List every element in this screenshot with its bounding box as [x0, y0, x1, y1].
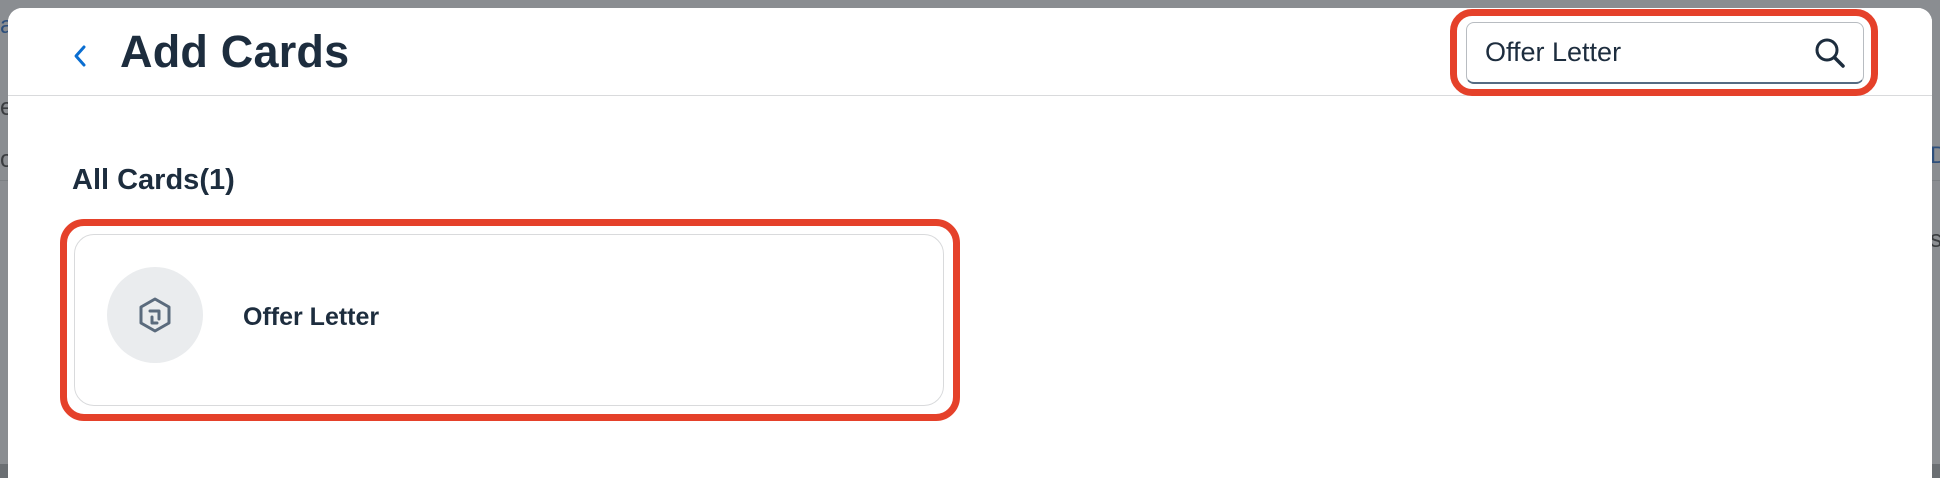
hexagon-card-icon — [139, 297, 171, 333]
back-button[interactable] — [66, 38, 94, 74]
card-offer-letter[interactable]: Offer Letter — [74, 234, 944, 406]
card-title: Offer Letter — [243, 303, 380, 331]
search-icon[interactable] — [1813, 36, 1847, 70]
dialog-title: Add Cards — [120, 26, 350, 77]
background-divider — [0, 180, 8, 181]
chevron-left-icon — [74, 45, 86, 67]
search-input[interactable] — [1485, 37, 1805, 68]
background-divider — [1932, 180, 1940, 181]
search-field[interactable] — [1466, 22, 1864, 84]
section-title: All Cards(1) — [72, 164, 235, 196]
add-cards-dialog: Add Cards All Cards(1) Offer Letter — [8, 8, 1932, 478]
card-avatar — [107, 267, 203, 363]
